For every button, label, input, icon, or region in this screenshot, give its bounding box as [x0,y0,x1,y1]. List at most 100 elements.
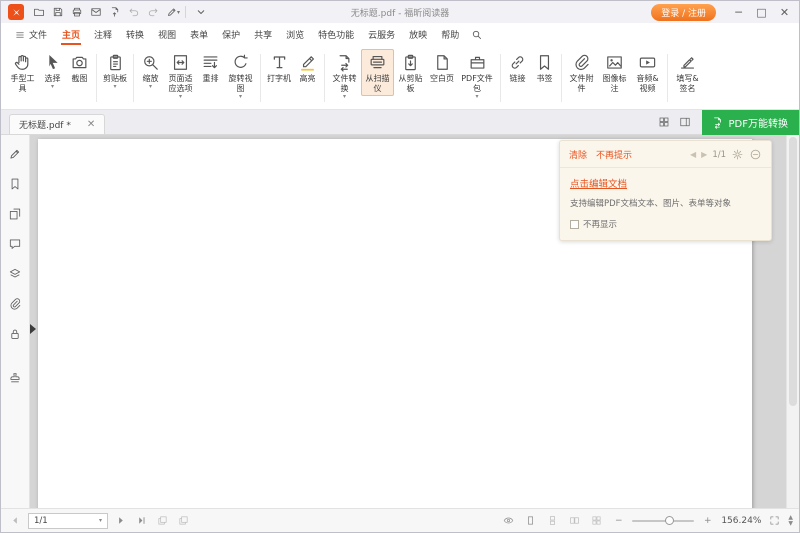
tool-pdf-portfolio[interactable]: PDF文件包▾ [457,49,497,101]
fullscreen-button[interactable] [766,512,783,529]
next-page-button[interactable] [112,512,129,529]
continuous-layout-button[interactable] [544,512,561,529]
stamp-panel-icon[interactable] [4,367,26,389]
maximize-button[interactable]: □ [751,3,772,21]
no-more-prompt-link[interactable]: 不再提示 [596,148,632,161]
tool-hand[interactable]: 手型工具 [6,49,39,96]
email-button[interactable] [86,3,105,21]
cursor-icon [43,53,62,72]
open-file-button[interactable] [29,3,48,21]
zoom-slider-knob[interactable] [665,516,674,525]
tool-file-attachment[interactable]: 文件附件 [565,49,598,96]
tool-bookmark[interactable]: 书签 [531,49,558,86]
close-button[interactable]: ✕ [774,3,795,21]
scroll-down-icon[interactable]: ▼ [788,521,793,526]
tab-view[interactable]: 视图 [151,24,183,45]
customize-toolbar-button[interactable] [191,3,210,21]
save-button[interactable] [48,3,67,21]
prev-page-button[interactable] [7,512,24,529]
page-indicator-box[interactable]: 1/1 ▾ [28,513,108,529]
prev-tip-icon[interactable]: ◀ [690,150,696,159]
vertical-scrollbar[interactable] [786,135,799,508]
clear-link[interactable]: 清除 [569,148,587,161]
tip-settings-gear-icon[interactable] [731,148,744,161]
comments-panel-icon[interactable] [4,233,26,255]
tool-select[interactable]: 选择▾ [39,49,66,91]
tool-blank-page[interactable]: 空白页 [427,49,457,86]
undo-button[interactable] [124,3,143,21]
zoom-slider[interactable] [632,520,694,522]
last-page-button[interactable] [133,512,150,529]
tab-close-icon[interactable]: ✕ [87,120,95,130]
layers-panel-icon[interactable] [4,263,26,285]
tab-form[interactable]: 表单 [183,24,215,45]
document-tab[interactable]: 无标题.pdf * ✕ [9,114,105,134]
tab-help[interactable]: 帮助 [434,24,466,45]
tab-protect[interactable]: 保护 [215,24,247,45]
dont-show-checkbox[interactable] [570,220,579,229]
tool-fit-options[interactable]: 页面适应选项▾ [164,49,197,101]
previous-view-button[interactable] [154,512,171,529]
tool-from-clipboard[interactable]: 从剪贴板 [394,49,427,96]
attachments-panel-icon[interactable] [4,293,26,315]
tool-fill-sign[interactable]: 填写&签名 [671,49,704,96]
zoom-in-button[interactable]: + [699,512,716,529]
scroll-buttons[interactable]: ▲ ▼ [788,515,793,526]
export-button[interactable] [105,3,124,21]
tool-clipboard[interactable]: 剪贴板▾ [100,49,130,91]
minimize-button[interactable]: ─ [728,3,749,21]
tab-home[interactable]: 主页 [55,24,87,45]
continuous-facing-layout-button[interactable] [588,512,605,529]
menu-file[interactable]: 文件 [7,26,55,43]
toolbar-separator [185,6,186,18]
tab-features[interactable]: 特色功能 [311,24,361,45]
facing-layout-button[interactable] [566,512,583,529]
foxit-logo-icon [8,4,24,20]
dropdown-arrow-icon: ▾ [475,94,478,99]
sidebar-collapse-handle[interactable] [30,317,38,341]
redo-button[interactable] [143,3,162,21]
tab-share[interactable]: 共享 [247,24,279,45]
tool-link[interactable]: 链接 [504,49,531,86]
arrange-windows-icon[interactable] [654,112,675,132]
single-page-layout-button[interactable] [522,512,539,529]
ribbon-separator [260,54,261,102]
ribbon-separator [324,54,325,102]
signature-panel-icon[interactable] [4,323,26,345]
next-tip-icon[interactable]: ▶ [701,150,707,159]
bookmark-icon [535,53,554,72]
tab-convert[interactable]: 转换 [119,24,151,45]
bookmarks-panel-icon[interactable] [4,173,26,195]
read-mode-button[interactable] [500,512,517,529]
tool-snapshot[interactable]: 截图 [66,49,93,86]
panel-layout-icon[interactable] [675,112,696,132]
tool-zoom[interactable]: 缩放▾ [137,49,164,91]
tool-typewriter[interactable]: 打字机 [264,49,294,86]
tool-file-convert[interactable]: 文件转换▾ [328,49,361,101]
tab-comment[interactable]: 注释 [87,24,119,45]
tab-slideshow[interactable]: 放映 [402,24,434,45]
tool-from-scanner[interactable]: 从扫描仪 [361,49,394,96]
status-bar: 1/1 ▾ − + 156.24% ▲ ▼ [1,508,799,532]
next-view-button[interactable] [175,512,192,529]
pages-panel-icon[interactable] [4,203,26,225]
title-bar: ▾ 无标题.pdf - 福昕阅读器 登录 / 注册 ─ □ ✕ [1,1,799,23]
search-icon[interactable] [466,26,486,44]
pen-dropdown-arrow-icon[interactable]: ▾ [177,9,180,16]
edit-document-link[interactable]: 点击编辑文档 [570,176,627,190]
tab-browse[interactable]: 浏览 [279,24,311,45]
tool-image-annotation[interactable]: 图像标注 [598,49,631,96]
login-register-button[interactable]: 登录 / 注册 [651,4,716,21]
tool-reflow[interactable]: 重排 [197,49,224,86]
tab-cloud[interactable]: 云服务 [361,24,402,45]
dropdown-arrow-icon: ▾ [113,84,116,89]
scrollbar-thumb[interactable] [789,137,797,406]
print-button[interactable] [67,3,86,21]
tool-audio-video[interactable]: 音频&视频 [631,49,664,96]
pdf-convert-button[interactable]: PDF万能转换 [702,110,799,135]
zoom-out-button[interactable]: − [610,512,627,529]
tip-collapse-icon[interactable] [749,148,762,161]
tool-rotate-view[interactable]: 旋转视图▾ [224,49,257,101]
tool-highlight[interactable]: 高亮 [294,49,321,86]
edit-tool-icon[interactable] [4,143,26,165]
